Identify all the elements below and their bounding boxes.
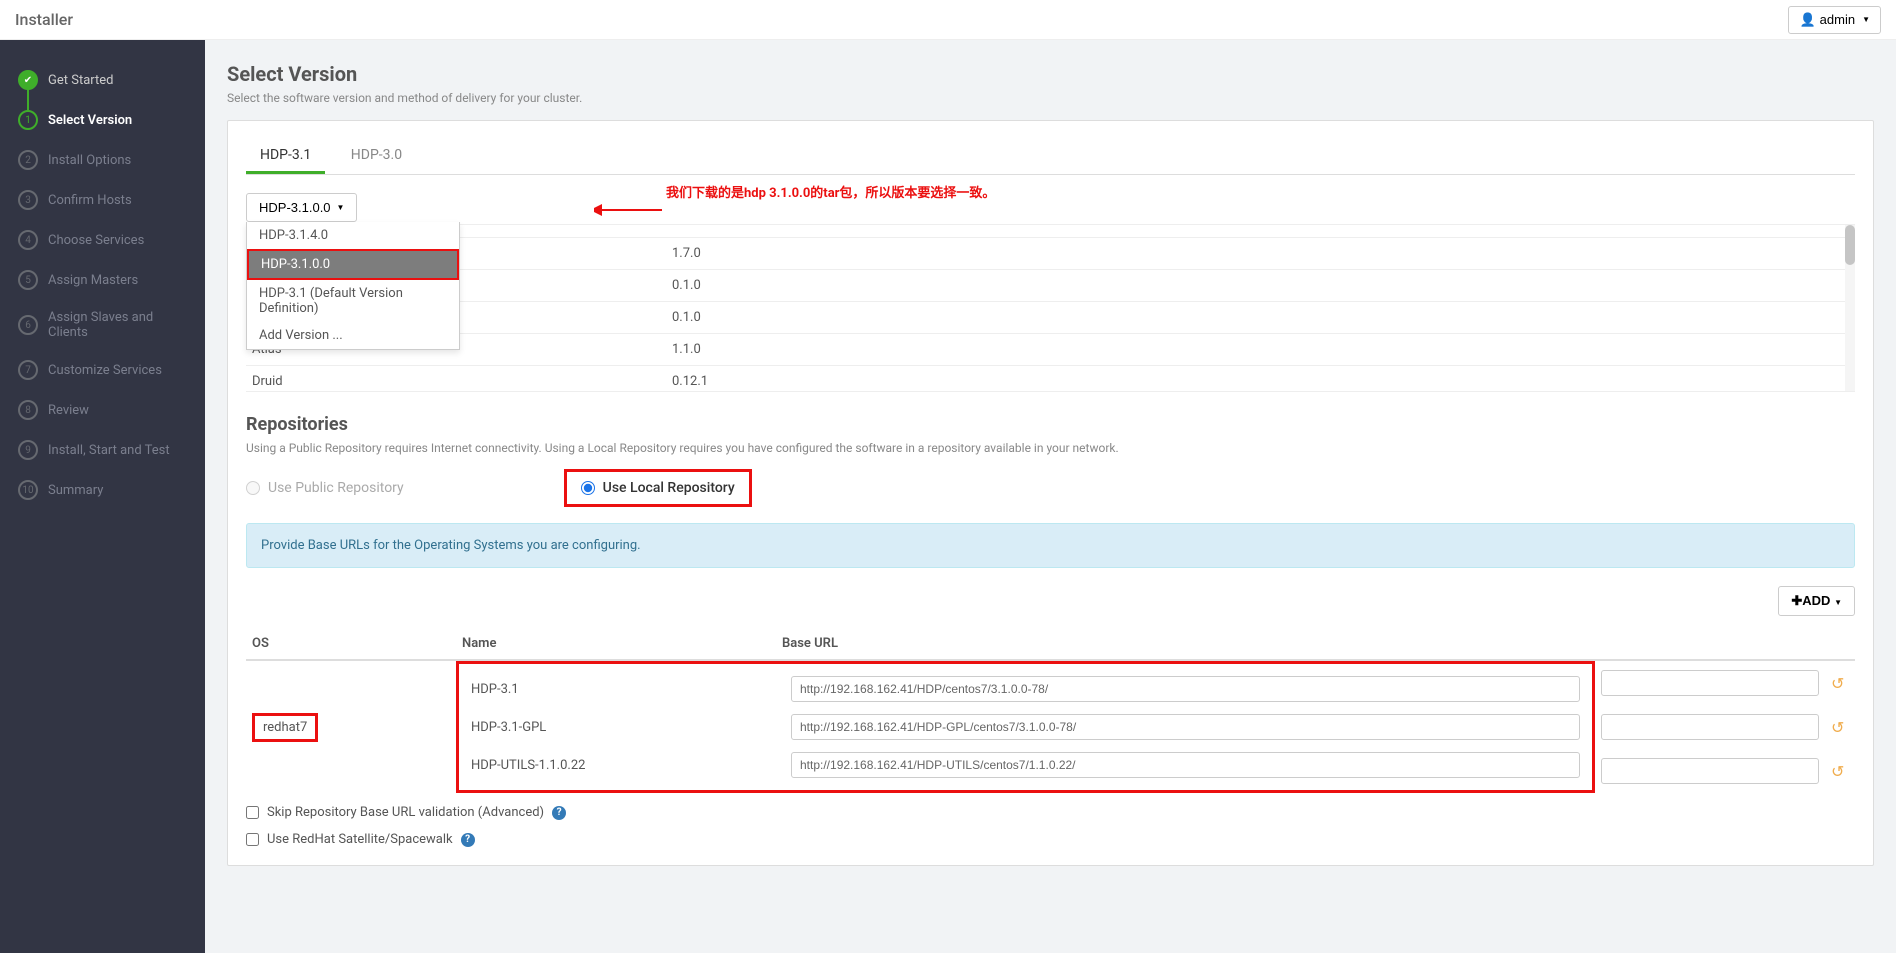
repo-name: HDP-3.1-GPL [465, 708, 785, 746]
version-panel: HDP-3.1 HDP-3.0 HDP-3.1.0.0 ▼ HDP-3.1.4.… [227, 120, 1874, 866]
step-number-icon: 9 [18, 440, 38, 460]
name-header: Name [456, 628, 776, 660]
version-dropdown-menu: HDP-3.1.4.0 HDP-3.1.0.0 HDP-3.1 (Default… [246, 222, 460, 350]
services-table: 1.7.0 0.1.0 0.1.0 Atlas1.1.0 Druid0.12.1… [246, 237, 1855, 392]
main-content: Select Version Select the software versi… [205, 40, 1896, 953]
step-number-icon: 6 [18, 315, 38, 335]
tab-hdp31[interactable]: HDP-3.1 [246, 139, 325, 174]
repo-url-input[interactable] [791, 676, 1580, 702]
step-install-start-test[interactable]: 9 Install, Start and Test [0, 430, 205, 470]
repo-extra-input[interactable] [1601, 714, 1819, 740]
caret-down-icon: ▼ [1834, 598, 1842, 607]
step-number-icon: 1 [18, 110, 38, 130]
version-option-selected[interactable]: HDP-3.1.0.0 [247, 249, 459, 280]
annotation-text: 我们下载的是hdp 3.1.0.0的tar包，所以版本要选择一致。 [666, 185, 995, 203]
step-install-options[interactable]: 2 Install Options [0, 140, 205, 180]
step-review[interactable]: 8 Review [0, 390, 205, 430]
caret-down-icon: ▼ [337, 203, 345, 212]
scrollbar-track[interactable] [1845, 225, 1855, 391]
undo-icon[interactable]: ↺ [1831, 762, 1844, 781]
help-icon[interactable]: ? [461, 833, 475, 847]
page-subtitle: Select the software version and method o… [227, 91, 1874, 105]
repo-extra-input[interactable] [1601, 670, 1819, 696]
step-assign-masters[interactable]: 5 Assign Masters [0, 260, 205, 300]
page-title: Select Version [227, 62, 1874, 86]
undo-icon[interactable]: ↺ [1831, 718, 1844, 737]
version-tabs: HDP-3.1 HDP-3.0 [246, 139, 1855, 175]
repo-name: HDP-3.1 [465, 670, 785, 708]
service-row: Druid0.12.1 [246, 366, 1855, 393]
skip-validation-row[interactable]: Skip Repository Base URL validation (Adv… [246, 805, 1855, 820]
undo-icon[interactable]: ↺ [1831, 674, 1844, 693]
repo-extra-input[interactable] [1601, 758, 1819, 784]
step-choose-services[interactable]: 4 Choose Services [0, 220, 205, 260]
user-menu-button[interactable]: 👤 admin ▼ [1788, 6, 1881, 34]
step-select-version[interactable]: 1 Select Version [0, 100, 205, 140]
plus-icon: ✚ [1791, 593, 1802, 608]
satellite-row[interactable]: Use RedHat Satellite/Spacewalk ? [246, 832, 1855, 847]
version-option[interactable]: HDP-3.1.4.0 [247, 222, 459, 249]
check-icon: ✔ [18, 70, 38, 90]
repositories-help: Using a Public Repository requires Inter… [246, 441, 1855, 455]
tab-hdp30[interactable]: HDP-3.0 [337, 139, 416, 174]
step-number-icon: 7 [18, 360, 38, 380]
repositories-table: OS Name Base URL redhat7 [246, 628, 1855, 793]
wizard-sidebar: ✔ Get Started 1 Select Version 2 Install… [0, 40, 205, 953]
local-repo-input[interactable] [581, 481, 595, 495]
service-row: 1.7.0 [246, 238, 1855, 270]
step-number-icon: 10 [18, 480, 38, 500]
step-number-icon: 8 [18, 400, 38, 420]
public-repo-radio[interactable]: Use Public Repository [246, 480, 404, 496]
step-confirm-hosts[interactable]: 3 Confirm Hosts [0, 180, 205, 220]
version-option-add[interactable]: Add Version ... [247, 322, 459, 349]
repo-url-input[interactable] [791, 714, 1580, 740]
satellite-checkbox[interactable] [246, 833, 259, 846]
service-row: Atlas1.1.0 [246, 334, 1855, 366]
repositories-title: Repositories [246, 414, 1855, 435]
local-repo-radio[interactable]: Use Local Repository [564, 469, 752, 507]
public-repo-input[interactable] [246, 481, 260, 495]
help-icon[interactable]: ? [552, 806, 566, 820]
caret-down-icon: ▼ [1862, 15, 1870, 24]
step-number-icon: 3 [18, 190, 38, 210]
repo-name: HDP-UTILS-1.1.0.22 [465, 746, 785, 784]
step-number-icon: 2 [18, 150, 38, 170]
repo-url-input[interactable] [791, 752, 1580, 778]
repo-info-box: Provide Base URLs for the Operating Syst… [246, 523, 1855, 568]
scrollbar-thumb[interactable] [1845, 225, 1855, 265]
step-number-icon: 4 [18, 230, 38, 250]
service-row: 0.1.0 [246, 302, 1855, 334]
user-name: admin [1820, 12, 1855, 27]
service-row: 0.1.0 [246, 270, 1855, 302]
step-summary[interactable]: 10 Summary [0, 470, 205, 510]
os-header: OS [246, 628, 456, 660]
url-header: Base URL [776, 628, 1595, 660]
step-get-started[interactable]: ✔ Get Started [0, 60, 205, 100]
app-title: Installer [15, 10, 73, 29]
skip-validation-checkbox[interactable] [246, 806, 259, 819]
os-cell: redhat7 [246, 660, 456, 793]
annotation-arrow-icon [594, 201, 664, 219]
step-customize-services[interactable]: 7 Customize Services [0, 350, 205, 390]
add-os-button[interactable]: ✚ADD ▼ [1778, 586, 1855, 616]
user-icon: 👤 [1799, 12, 1815, 28]
step-assign-slaves[interactable]: 6 Assign Slaves and Clients [0, 300, 205, 350]
version-dropdown-button[interactable]: HDP-3.1.0.0 ▼ [246, 193, 357, 222]
version-option[interactable]: HDP-3.1 (Default Version Definition) [247, 280, 459, 322]
header: Installer 👤 admin ▼ [0, 0, 1896, 40]
step-number-icon: 5 [18, 270, 38, 290]
